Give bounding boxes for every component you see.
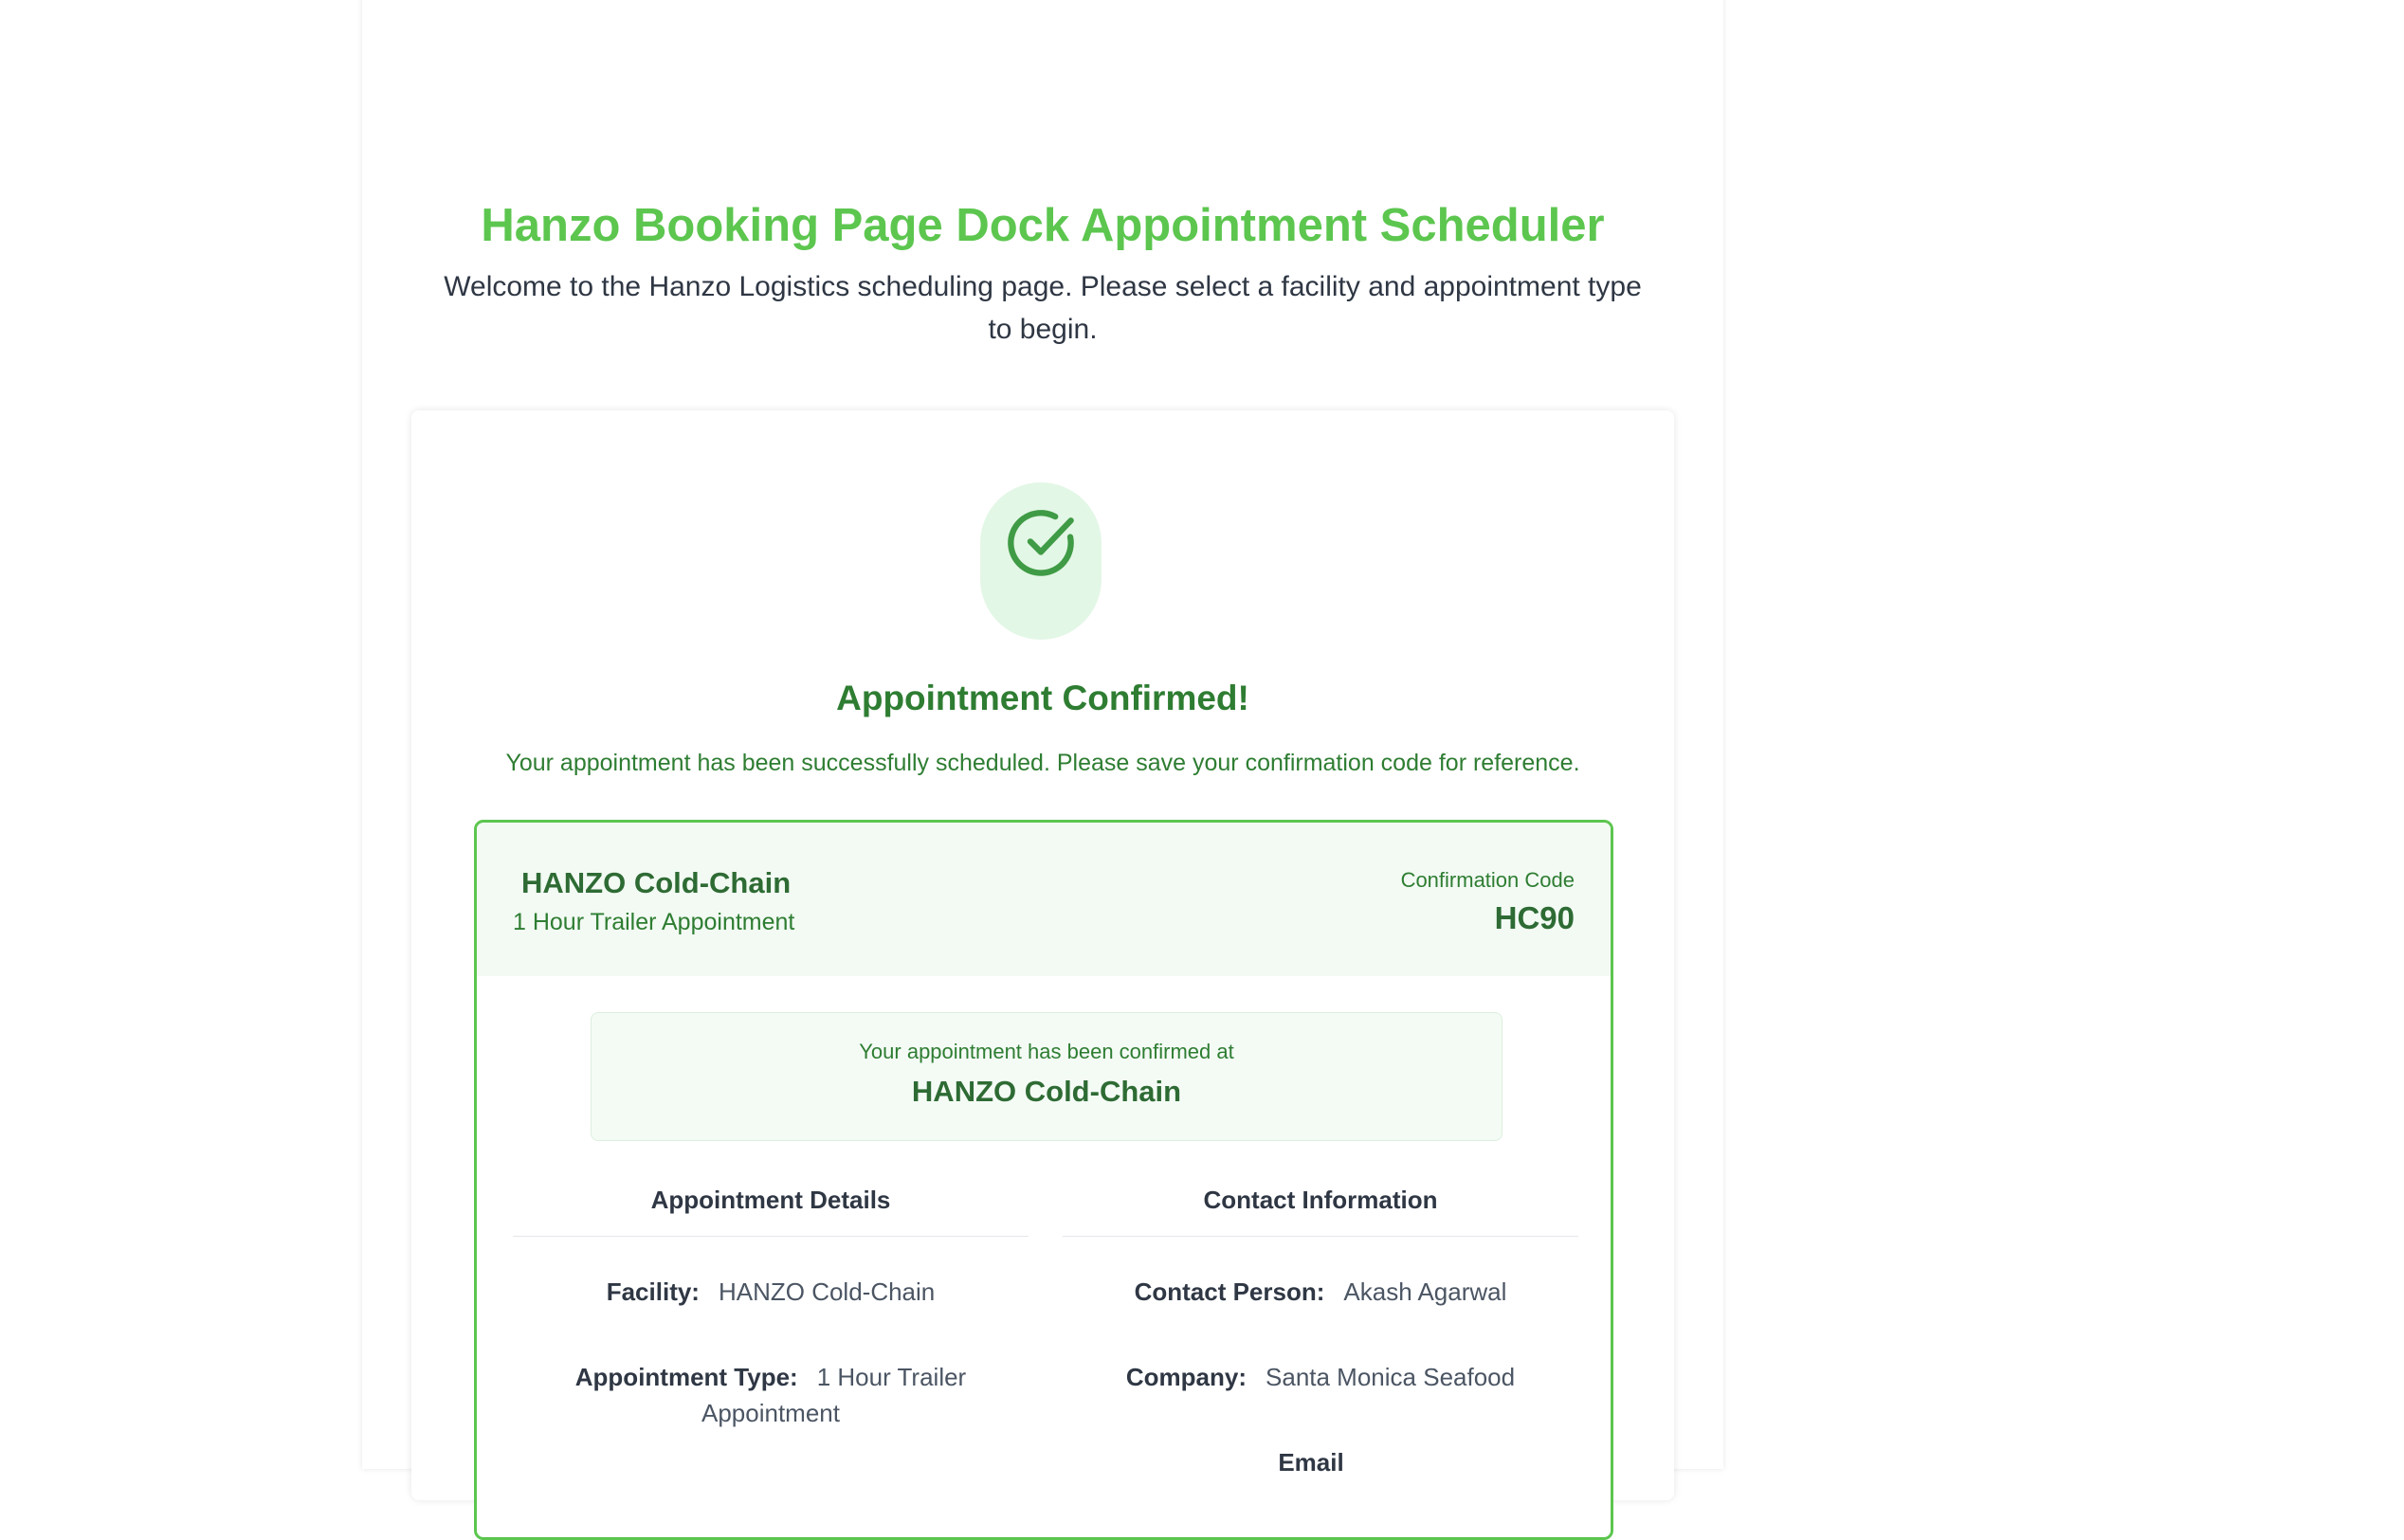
contact-information-heading: Contact Information (1063, 1183, 1578, 1237)
appointment-summary-card: HANZO Cold-Chain 1 Hour Trailer Appointm… (474, 820, 1613, 1540)
detail-value: Akash Agarwal (1343, 1277, 1507, 1306)
confirmation-card: Appointment Confirmed! Your appointment … (411, 410, 1674, 1540)
confirmation-heading: Appointment Confirmed! (836, 679, 1249, 717)
facility-name: HANZO Cold-Chain (521, 866, 792, 899)
confirmation-message: Your appointment has been successfully s… (505, 750, 1580, 776)
detail-row-facility: Facility: HANZO Cold-Chain (513, 1274, 1029, 1310)
appointment-type-subtitle: 1 Hour Trailer Appointment (513, 909, 795, 935)
confirmation-code-value: HC90 (1494, 900, 1575, 935)
detail-row-company: Company: Santa Monica Seafood (1063, 1359, 1578, 1395)
detail-row-email: Email (1063, 1444, 1578, 1480)
success-badge (980, 482, 1102, 640)
detail-row-contact-person: Contact Person: Akash Agarwal (1063, 1274, 1578, 1310)
confirmed-at-label: Your appointment has been confirmed at (859, 1040, 1234, 1063)
page-container: Hanzo Booking Page Dock Appointment Sche… (362, 0, 1723, 1540)
page-subtitle: Welcome to the Hanzo Logistics schedulin… (444, 271, 1642, 345)
contact-information-section: Contact Information Contact Person: Akash… (1063, 1183, 1578, 1477)
appointment-details-section: Appointment Details Facility: HANZO Cold-… (513, 1183, 1029, 1427)
page-title: Hanzo Booking Page Dock Appointment Sche… (481, 200, 1605, 251)
detail-label: Appointment Type: (574, 1363, 798, 1391)
check-circle-icon (1008, 510, 1074, 576)
detail-label: Company: (1125, 1363, 1248, 1391)
detail-label: Contact Person: (1134, 1277, 1325, 1306)
confirmed-location-box: Your appointment has been confirmed at H… (591, 1012, 1502, 1141)
detail-value: HANZO Cold-Chain (718, 1277, 936, 1306)
detail-row-appointment-type: Appointment Type: 1 Hour Trailer Appointm… (513, 1359, 1029, 1431)
appointment-details-heading: Appointment Details (513, 1183, 1029, 1237)
summary-header: HANZO Cold-Chain 1 Hour Trailer Appointm… (477, 823, 1611, 976)
confirmed-at-facility: HANZO Cold-Chain (911, 1075, 1182, 1108)
detail-label: Facility: (606, 1277, 700, 1306)
confirmation-code-label: Confirmation Code (1400, 868, 1575, 892)
detail-value: Santa Monica Seafood (1266, 1363, 1516, 1391)
detail-label: Email (1278, 1448, 1344, 1477)
